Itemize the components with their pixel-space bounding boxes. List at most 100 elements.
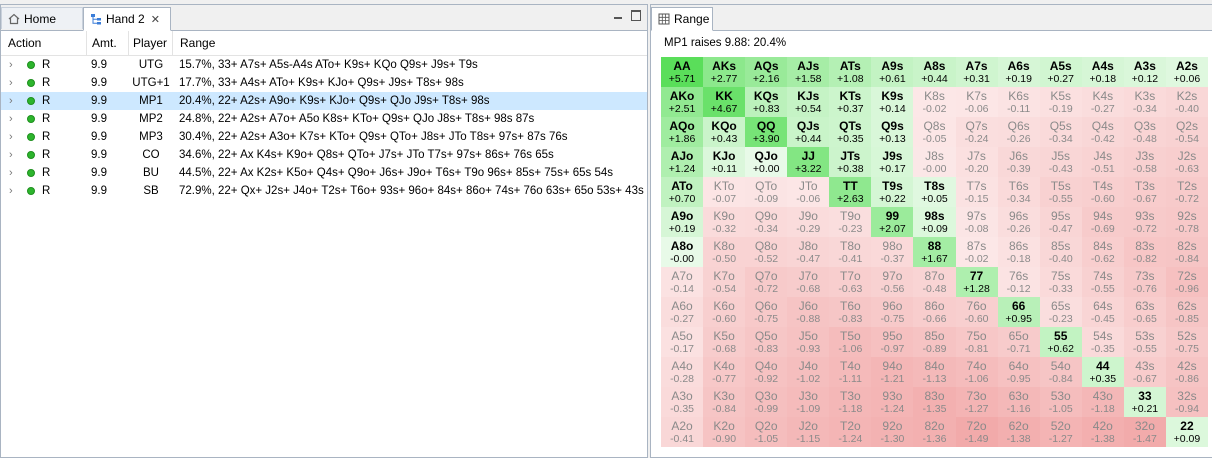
- range-cell-t8s[interactable]: T8s +0.05: [913, 177, 956, 207]
- range-cell-q7s[interactable]: Q7s -0.24: [955, 117, 998, 147]
- range-cell-83o[interactable]: 83o -1.35: [913, 387, 956, 417]
- range-cell-q4s[interactable]: Q4s -0.42: [1081, 117, 1124, 147]
- range-cell-42o[interactable]: 42o -1.38: [1081, 417, 1124, 447]
- range-cell-j6o[interactable]: J6o -0.88: [787, 297, 830, 327]
- range-cell-t7s[interactable]: T7s -0.15: [955, 177, 998, 207]
- chevron-right-icon[interactable]: ›: [9, 149, 19, 161]
- range-cell-kjo[interactable]: KJo +0.11: [703, 147, 746, 177]
- range-cell-t9s[interactable]: T9s +0.22: [871, 177, 914, 207]
- range-cell-q3o[interactable]: Q3o -0.99: [745, 387, 788, 417]
- range-cell-aqo[interactable]: AQo +1.86: [661, 117, 704, 147]
- range-cell-t3o[interactable]: T3o -1.18: [829, 387, 872, 417]
- range-cell-54s[interactable]: 54s -0.35: [1081, 327, 1124, 357]
- range-cell-43s[interactable]: 43s -0.67: [1123, 357, 1166, 387]
- range-cell-t6o[interactable]: T6o -0.83: [829, 297, 872, 327]
- column-header-amount[interactable]: Amt.: [87, 31, 129, 55]
- table-row[interactable]: › R 9.9 BU 44.5%, 22+ Ax K2s+ K5o+ Q4s+ Q9o+…: [1, 164, 647, 182]
- range-cell-94o[interactable]: 94o -1.21: [871, 357, 914, 387]
- range-cell-84s[interactable]: 84s -0.62: [1081, 237, 1124, 267]
- chevron-right-icon[interactable]: ›: [9, 113, 19, 125]
- range-cell-q7o[interactable]: Q7o -0.72: [745, 267, 788, 297]
- range-cell-q6o[interactable]: Q6o -0.75: [745, 297, 788, 327]
- range-cell-54o[interactable]: 54o -0.84: [1039, 357, 1082, 387]
- range-cell-33[interactable]: 33 +0.21: [1123, 387, 1166, 417]
- chevron-right-icon[interactable]: ›: [9, 59, 19, 71]
- range-cell-t4s[interactable]: T4s -0.60: [1081, 177, 1124, 207]
- range-cell-q2s[interactable]: Q2s -0.54: [1165, 117, 1208, 147]
- range-cell-q4o[interactable]: Q4o -0.92: [745, 357, 788, 387]
- range-cell-63s[interactable]: 63s -0.65: [1123, 297, 1166, 327]
- range-cell-98o[interactable]: 98o -0.37: [871, 237, 914, 267]
- range-cell-85s[interactable]: 85s -0.40: [1039, 237, 1082, 267]
- tab-home[interactable]: Home: [1, 7, 83, 29]
- range-cell-aa[interactable]: AA +5.71: [661, 57, 704, 87]
- table-row[interactable]: › R 9.9 UTG+1 17.7%, 33+ A4s+ ATo+ K9s+ KJo+…: [1, 74, 647, 92]
- tab-range[interactable]: Range: [651, 7, 713, 31]
- range-cell-q5o[interactable]: Q5o -0.83: [745, 327, 788, 357]
- range-cell-k2s[interactable]: K2s -0.40: [1165, 87, 1208, 117]
- range-cell-qts[interactable]: QTs +0.35: [829, 117, 872, 147]
- range-cell-j3s[interactable]: J3s -0.58: [1123, 147, 1166, 177]
- range-cell-a9s[interactable]: A9s +0.61: [871, 57, 914, 87]
- chevron-right-icon[interactable]: ›: [9, 95, 19, 107]
- range-cell-j4o[interactable]: J4o -1.02: [787, 357, 830, 387]
- range-cell-t8o[interactable]: T8o -0.41: [829, 237, 872, 267]
- range-cell-53o[interactable]: 53o -1.05: [1039, 387, 1082, 417]
- range-cell-j6s[interactable]: J6s -0.39: [997, 147, 1040, 177]
- range-cell-a8s[interactable]: A8s +0.44: [913, 57, 956, 87]
- range-cell-ats[interactable]: ATs +1.08: [829, 57, 872, 87]
- range-cell-a3o[interactable]: A3o -0.35: [661, 387, 704, 417]
- range-cell-77[interactable]: 77 +1.28: [955, 267, 998, 297]
- range-cell-75o[interactable]: 75o -0.81: [955, 327, 998, 357]
- range-cell-97o[interactable]: 97o -0.56: [871, 267, 914, 297]
- minimize-icon[interactable]: [613, 10, 623, 20]
- range-cell-k8o[interactable]: K8o -0.50: [703, 237, 746, 267]
- range-cell-a4s[interactable]: A4s +0.18: [1081, 57, 1124, 87]
- range-cell-jts[interactable]: JTs +0.38: [829, 147, 872, 177]
- range-cell-52s[interactable]: 52s -0.75: [1165, 327, 1208, 357]
- range-cell-65o[interactable]: 65o -0.71: [997, 327, 1040, 357]
- range-cell-72s[interactable]: 72s -0.96: [1165, 267, 1208, 297]
- range-cell-99[interactable]: 99 +2.07: [871, 207, 914, 237]
- column-header-player[interactable]: Player: [129, 31, 173, 55]
- range-cell-74o[interactable]: 74o -1.06: [955, 357, 998, 387]
- range-cell-kqo[interactable]: KQo +0.43: [703, 117, 746, 147]
- range-cell-72o[interactable]: 72o -1.49: [955, 417, 998, 447]
- range-cell-ajo[interactable]: AJo +1.24: [661, 147, 704, 177]
- range-cell-76o[interactable]: 76o -0.60: [955, 297, 998, 327]
- range-cell-t9o[interactable]: T9o -0.23: [829, 207, 872, 237]
- range-cell-jto[interactable]: JTo -0.06: [787, 177, 830, 207]
- range-cell-t4o[interactable]: T4o -1.11: [829, 357, 872, 387]
- range-cell-ako[interactable]: AKo +2.51: [661, 87, 704, 117]
- range-cell-q8s[interactable]: Q8s -0.05: [913, 117, 956, 147]
- range-cell-ajs[interactable]: AJs +1.58: [787, 57, 830, 87]
- range-cell-q3s[interactable]: Q3s -0.48: [1123, 117, 1166, 147]
- range-cell-62o[interactable]: 62o -1.38: [997, 417, 1040, 447]
- range-cell-73o[interactable]: 73o -1.27: [955, 387, 998, 417]
- range-cell-32o[interactable]: 32o -1.47: [1123, 417, 1166, 447]
- range-cell-a8o[interactable]: A8o -0.00: [661, 237, 704, 267]
- range-cell-a3s[interactable]: A3s +0.12: [1123, 57, 1166, 87]
- range-cell-q5s[interactable]: Q5s -0.34: [1039, 117, 1082, 147]
- range-cell-k8s[interactable]: K8s -0.02: [913, 87, 956, 117]
- range-cell-52o[interactable]: 52o -1.27: [1039, 417, 1082, 447]
- range-cell-q8o[interactable]: Q8o -0.52: [745, 237, 788, 267]
- range-cell-95s[interactable]: 95s -0.47: [1039, 207, 1082, 237]
- range-cell-87o[interactable]: 87o -0.48: [913, 267, 956, 297]
- range-cell-t3s[interactable]: T3s -0.67: [1123, 177, 1166, 207]
- range-cell-76s[interactable]: 76s -0.12: [997, 267, 1040, 297]
- range-cell-93o[interactable]: 93o -1.24: [871, 387, 914, 417]
- range-cell-k7s[interactable]: K7s -0.06: [955, 87, 998, 117]
- range-cell-ato[interactable]: ATo +0.70: [661, 177, 704, 207]
- range-cell-86s[interactable]: 86s -0.18: [997, 237, 1040, 267]
- table-row[interactable]: › R 9.9 MP3 30.4%, 22+ A2s+ A3o+ K7s+ KTo+ Q…: [1, 128, 647, 146]
- range-cell-j3o[interactable]: J3o -1.09: [787, 387, 830, 417]
- range-cell-66[interactable]: 66 +0.95: [997, 297, 1040, 327]
- range-cell-qq[interactable]: QQ +3.90: [745, 117, 788, 147]
- range-cell-k9o[interactable]: K9o -0.32: [703, 207, 746, 237]
- range-cell-86o[interactable]: 86o -0.66: [913, 297, 956, 327]
- range-cell-kk[interactable]: KK +4.67: [703, 87, 746, 117]
- table-row[interactable]: › R 9.9 MP2 24.8%, 22+ A2s+ A7o+ A5o K8s+ KT…: [1, 110, 647, 128]
- range-cell-k3s[interactable]: K3s -0.34: [1123, 87, 1166, 117]
- range-cell-kjs[interactable]: KJs +0.54: [787, 87, 830, 117]
